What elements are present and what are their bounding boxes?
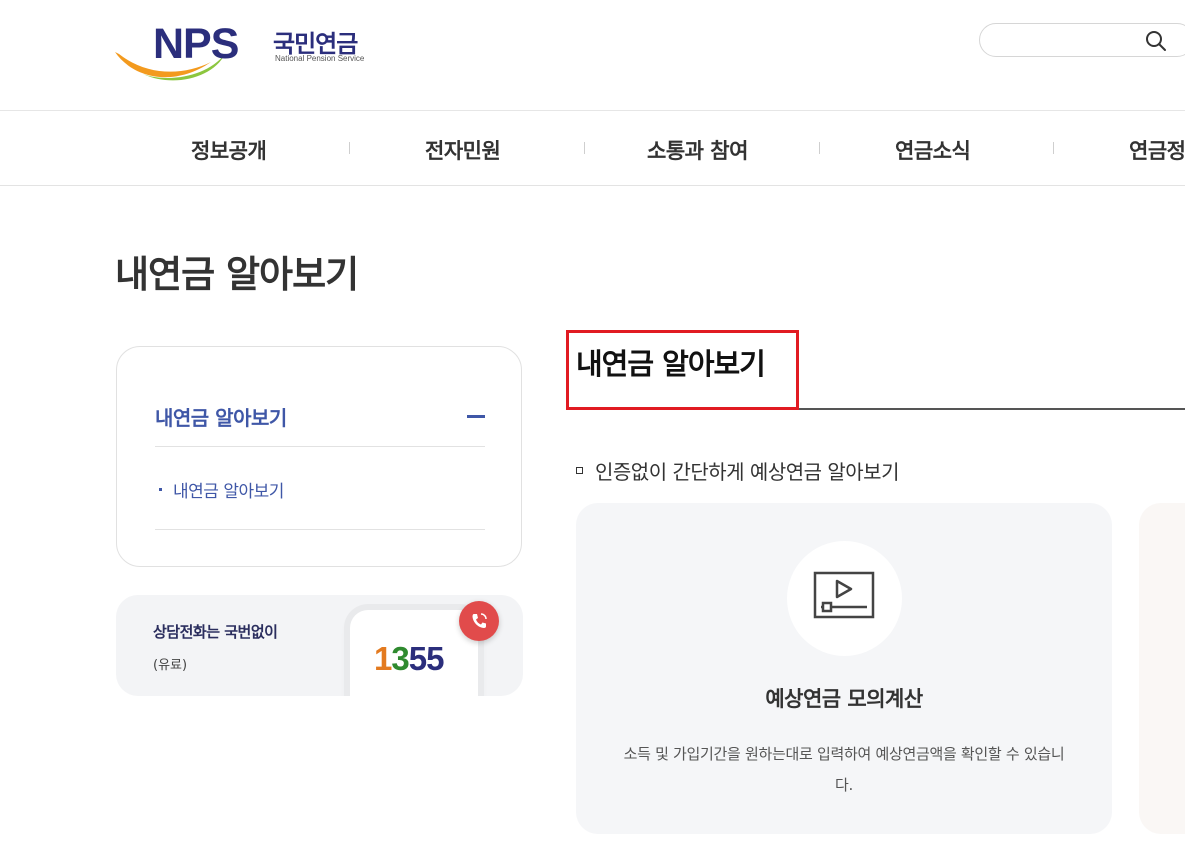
divider (155, 529, 485, 530)
gnb-divider (819, 142, 820, 154)
gnb-divider (349, 142, 350, 154)
search-icon[interactable] (1145, 30, 1167, 52)
card-title: 예상연금 모의계산 (765, 687, 923, 711)
logo-mark: NPS (153, 20, 239, 68)
square-bullet-icon (576, 467, 583, 474)
call-number-digit: 5 (426, 640, 444, 677)
call-banner-subtitle: (유료) (153, 658, 188, 673)
minus-icon[interactable] (467, 415, 485, 418)
main-navigation: 정보공개 전자민원 소통과 참여 연금소식 연금정 (0, 111, 1185, 186)
next-card-partial[interactable] (1139, 503, 1185, 834)
section-label-text: 인증없이 간단하게 예상연금 알아보기 (595, 460, 899, 484)
call-number-digit: 1 (374, 640, 392, 677)
gnb-divider (584, 142, 585, 154)
side-menu-item[interactable]: 내연금 알아보기 (173, 477, 284, 502)
page-title: 내연금 알아보기 (115, 253, 359, 296)
section-label: 인증없이 간단하게 예상연금 알아보기 (576, 456, 899, 485)
side-menu: 내연금 알아보기 내연금 알아보기 (116, 346, 522, 567)
search-box (979, 23, 1185, 57)
bullet-dot-icon (159, 488, 162, 491)
call-number: 1355 (374, 640, 444, 678)
simulation-card[interactable]: 예상연금 모의계산 소득 및 가입기간을 원하는대로 입력하여 예상연금액을 확… (576, 503, 1112, 834)
card-icon-wrapper (787, 541, 902, 656)
site-header: NPS 국민연금 National Pension Service (0, 0, 1185, 111)
gnb-item-e-civil[interactable]: 전자민원 (425, 135, 501, 165)
call-number-digit: 5 (408, 640, 427, 677)
divider (155, 446, 485, 447)
content-title: 내연금 알아보기 (576, 347, 766, 381)
call-center-banner[interactable]: 상담전화는 국번없이 (유료) 1355 (116, 595, 523, 696)
gnb-item-pension-news[interactable]: 연금소식 (895, 135, 971, 165)
title-underline (799, 408, 1185, 410)
gnb-item-info-disclosure[interactable]: 정보공개 (191, 135, 267, 165)
gnb-divider (1053, 142, 1054, 154)
nps-logo[interactable]: NPS 국민연금 National Pension Service (113, 18, 383, 88)
call-number-digit: 3 (391, 640, 409, 677)
logo-english: National Pension Service (275, 54, 365, 63)
phone-call-icon (459, 601, 499, 641)
gnb-item-pension-info[interactable]: 연금정 (1129, 135, 1185, 165)
call-banner-title: 상담전화는 국번없이 (153, 623, 278, 641)
video-play-icon (813, 571, 875, 619)
card-description: 소득 및 가입기간을 원하는대로 입력하여 예상연금액을 확인할 수 있습니다. (623, 745, 1065, 794)
gnb-item-communication[interactable]: 소통과 참여 (647, 135, 748, 165)
side-menu-heading[interactable]: 내연금 알아보기 (155, 402, 287, 431)
search-input[interactable] (994, 30, 1138, 52)
